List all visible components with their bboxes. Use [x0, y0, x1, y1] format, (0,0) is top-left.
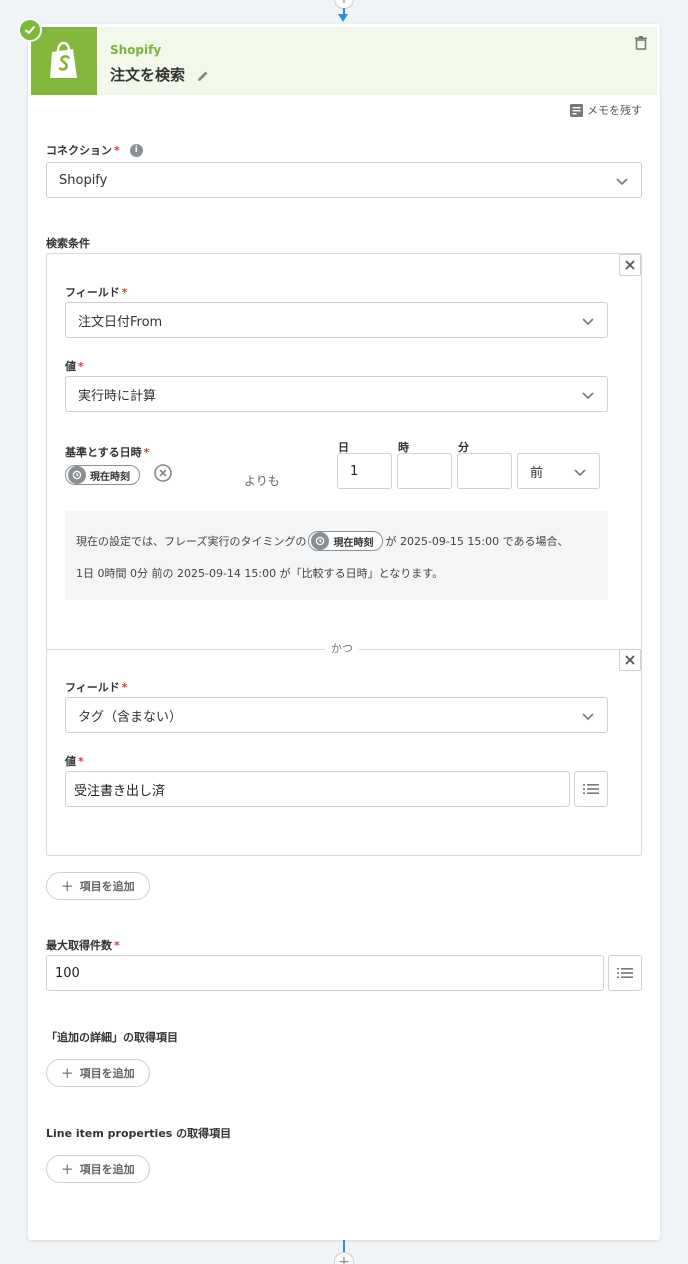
yorimo-text: よりも: [244, 474, 280, 488]
current-time-pill[interactable]: 現在時刻: [65, 465, 140, 485]
conditions-box: フィールド * 注文日付From 値 * 実行時に計算 基準とする日時 * 現在時刻: [46, 253, 642, 856]
current-time-pill-inline: 現在時刻: [308, 531, 384, 551]
chevron-down-icon: [574, 469, 586, 477]
value-input[interactable]: 受注書き出し済: [65, 771, 570, 807]
memo-button[interactable]: メモを残す: [570, 102, 642, 118]
trash-icon[interactable]: [635, 35, 647, 54]
base-datetime-label: 基準とする日時 *: [65, 445, 150, 460]
action-title: 注文を検索: [110, 66, 186, 84]
circle-x-icon: [154, 464, 172, 482]
connection-value: Shopify: [59, 172, 108, 188]
connection-label: コネクション * i: [46, 142, 143, 158]
app-name: Shopify: [110, 43, 162, 57]
memo-label: メモを残す: [587, 104, 642, 117]
clear-pill-button[interactable]: [154, 464, 172, 486]
clock-icon: [311, 532, 330, 550]
chevron-down-icon: [616, 178, 628, 186]
list-icon: [583, 784, 599, 794]
pencil-icon[interactable]: [197, 67, 209, 86]
field-select[interactable]: タグ（含まない）: [65, 697, 608, 733]
max-count-label: 最大取得件数 *: [46, 938, 120, 953]
line-item-properties-label: Line item properties の取得項目: [46, 1127, 232, 1140]
direction-select[interactable]: 前: [517, 453, 600, 489]
value-select[interactable]: 実行時に計算: [65, 376, 608, 412]
add-condition-button[interactable]: + 項目を追加: [46, 872, 150, 900]
field-value: タグ（含まない）: [78, 709, 183, 725]
minute-input[interactable]: [457, 453, 512, 489]
plus-icon: +: [61, 1064, 74, 1082]
connection-select[interactable]: Shopify: [46, 162, 642, 198]
info-icon[interactable]: i: [129, 143, 143, 157]
action-card: Shopify 注文を検索 メモを残す コネクション * i Shopify 検索…: [18, 18, 660, 1240]
add-extra-detail-button[interactable]: + 項目を追加: [46, 1059, 150, 1087]
conditions-section-label: 検索条件: [46, 237, 90, 250]
list-icon: [617, 968, 633, 978]
field-value: 注文日付From: [78, 314, 163, 330]
value-label: 値 *: [65, 754, 84, 769]
check-icon: [18, 18, 42, 42]
add-step-below-button[interactable]: +: [334, 1252, 354, 1264]
variable-list-button[interactable]: [574, 771, 608, 807]
clock-icon: [68, 466, 86, 484]
chevron-down-icon: [582, 318, 594, 326]
value-label: 値 *: [65, 359, 84, 374]
extra-details-label: 「追加の詳細」の取得項目: [46, 1031, 178, 1044]
add-line-item-property-button[interactable]: + 項目を追加: [46, 1155, 150, 1183]
field-select[interactable]: 注文日付From: [65, 302, 608, 338]
close-icon: [625, 260, 635, 270]
close-icon: [625, 655, 635, 665]
hour-input[interactable]: [397, 453, 452, 489]
remove-condition-button[interactable]: [619, 254, 641, 276]
chevron-down-icon: [582, 392, 594, 400]
field-label: フィールド *: [65, 285, 128, 300]
info-note: 現在の設定では、フレーズ実行のタイミングの 現在時刻 が 2025-09-15 …: [65, 511, 608, 600]
field-label: フィールド *: [65, 680, 128, 695]
flow-arrow-icon: [338, 14, 348, 22]
conjunction-text: かつ: [325, 640, 359, 656]
plus-icon: +: [61, 877, 74, 895]
day-input[interactable]: 1: [337, 453, 392, 489]
memo-icon: [570, 103, 583, 117]
variable-list-button[interactable]: [608, 955, 642, 991]
remove-condition-button[interactable]: [619, 649, 641, 671]
chevron-down-icon: [582, 713, 594, 721]
plus-icon: +: [61, 1160, 74, 1178]
value-select-value: 実行時に計算: [78, 388, 157, 404]
card-header: Shopify 注文を検索: [31, 27, 657, 95]
max-count-input[interactable]: 100: [46, 955, 604, 991]
shopify-logo-icon: [31, 27, 97, 95]
